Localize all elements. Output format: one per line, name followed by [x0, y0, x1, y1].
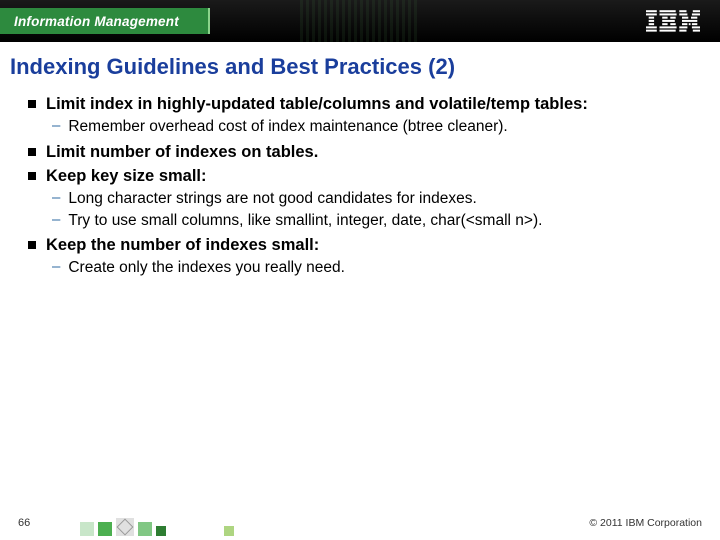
- bullet-text: Limit number of indexes on tables.: [46, 142, 318, 163]
- ibm-logo-icon: [646, 10, 700, 32]
- bullet-text: Keep the number of indexes small:: [46, 235, 319, 256]
- slide-content: Limit index in highly-updated table/colu…: [0, 94, 720, 278]
- square-bullet-icon: [28, 241, 36, 249]
- sub-text: Long character strings are not good cand…: [68, 189, 476, 209]
- square-bullet-icon: [28, 148, 36, 156]
- list-item: Limit index in highly-updated table/colu…: [28, 94, 692, 138]
- dash-icon: –: [52, 258, 60, 275]
- sub-text: Create only the indexes you really need.: [68, 258, 345, 278]
- dash-icon: –: [52, 117, 60, 134]
- sub-list: –Create only the indexes you really need…: [52, 258, 692, 278]
- sub-item: –Try to use small columns, like smallint…: [52, 211, 692, 231]
- list-item: Keep key size small: –Long character str…: [28, 166, 692, 231]
- sub-text: Remember overhead cost of index maintena…: [68, 117, 507, 137]
- slide-title: Indexing Guidelines and Best Practices (…: [0, 42, 720, 94]
- sub-text: Try to use small columns, like smallint,…: [68, 211, 542, 231]
- sub-item: –Create only the indexes you really need…: [52, 258, 692, 278]
- list-item: Keep the number of indexes small: –Creat…: [28, 235, 692, 279]
- square-bullet-icon: [28, 100, 36, 108]
- footer: 66 © 2011 IBM Corporation: [0, 512, 720, 540]
- bullet-list: Limit index in highly-updated table/colu…: [28, 94, 692, 278]
- bullet-text: Limit index in highly-updated table/colu…: [46, 94, 588, 115]
- sub-list: –Remember overhead cost of index mainten…: [52, 117, 692, 137]
- page-number: 66: [18, 517, 30, 529]
- bullet-text: Keep key size small:: [46, 166, 207, 187]
- sub-item: –Long character strings are not good can…: [52, 189, 692, 209]
- header-bar: Information Management: [0, 0, 720, 42]
- sub-item: –Remember overhead cost of index mainten…: [52, 117, 692, 137]
- brand-text: Information Management: [14, 14, 179, 29]
- dash-icon: –: [52, 189, 60, 206]
- list-item: Limit number of indexes on tables.: [28, 142, 692, 163]
- header-brand-band: Information Management: [0, 8, 210, 34]
- copyright-text: © 2011 IBM Corporation: [589, 517, 702, 529]
- sub-list: –Long character strings are not good can…: [52, 189, 692, 230]
- dash-icon: –: [52, 211, 60, 228]
- square-bullet-icon: [28, 172, 36, 180]
- header-decoration: [300, 0, 420, 42]
